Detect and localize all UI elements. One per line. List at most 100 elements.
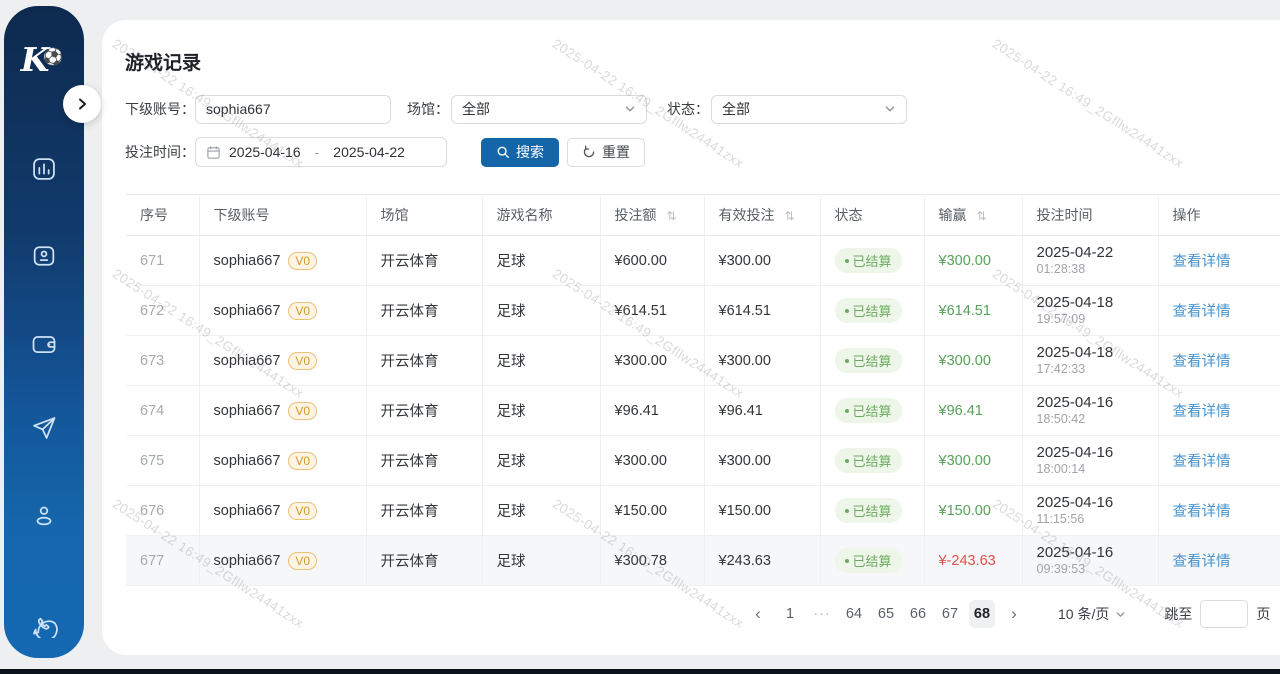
- row-action: 查看详情: [1158, 386, 1280, 436]
- page-button-67[interactable]: 67: [937, 600, 963, 628]
- status-badge: 已结算: [835, 248, 902, 273]
- row-status: 已结算: [820, 486, 924, 536]
- search-icon: [496, 145, 510, 159]
- row-account: sophia667V0: [199, 386, 366, 436]
- wallet-icon[interactable]: [29, 329, 59, 359]
- view-details-link[interactable]: 查看详情: [1173, 554, 1231, 570]
- view-details-link[interactable]: 查看详情: [1173, 354, 1231, 370]
- row-account: sophia667V0: [199, 486, 366, 536]
- row-game: 足球: [482, 386, 600, 436]
- vip-level-badge: V0: [288, 502, 317, 520]
- table-row: 676 sophia667V0 开云体育 足球 ¥150.00 ¥150.00 …: [126, 486, 1280, 536]
- page-button-1[interactable]: 1: [777, 600, 803, 628]
- status-badge: 已结算: [835, 348, 902, 373]
- status-select-value: 全部: [722, 99, 884, 119]
- sort-icon[interactable]: ⇅: [667, 209, 677, 223]
- row-venue: 开云体育: [366, 286, 482, 336]
- venue-select[interactable]: 全部: [451, 95, 647, 124]
- status-label: 状态：: [667, 99, 711, 119]
- reset-button[interactable]: 重置: [567, 138, 645, 167]
- support-phone-icon[interactable]: [29, 608, 59, 638]
- brand-logo: K⚽: [4, 40, 84, 79]
- row-winloss: ¥614.51: [924, 286, 1022, 336]
- view-details-link[interactable]: 查看详情: [1173, 454, 1231, 470]
- row-seq: 672: [126, 286, 199, 336]
- status-badge: 已结算: [835, 548, 902, 573]
- page-button-65[interactable]: 65: [873, 600, 899, 628]
- pagination: ‹ 1···6465666768 › 10 条/页 跳至 页: [742, 598, 1270, 630]
- next-page-button[interactable]: ›: [1001, 600, 1027, 628]
- row-winloss: ¥150.00: [924, 486, 1022, 536]
- column-header-5: 投注额⇅: [600, 195, 704, 236]
- page-button-66[interactable]: 66: [905, 600, 931, 628]
- row-status: 已结算: [820, 286, 924, 336]
- page-button-68[interactable]: 68: [969, 600, 995, 628]
- row-seq: 674: [126, 386, 199, 436]
- jump-page-input[interactable]: [1200, 600, 1248, 628]
- row-venue: 开云体育: [366, 536, 482, 586]
- profile-icon[interactable]: [29, 501, 59, 531]
- account-card-icon[interactable]: [29, 241, 59, 271]
- chevron-down-icon: [1115, 609, 1126, 620]
- view-details-link[interactable]: 查看详情: [1173, 304, 1231, 320]
- vip-level-badge: V0: [288, 302, 317, 320]
- row-action: 查看详情: [1158, 536, 1280, 586]
- bet-time-label: 投注时间：: [125, 142, 195, 162]
- row-bet-time: 2025-04-1817:42:33: [1022, 336, 1158, 386]
- soccer-ball-icon: ⚽: [43, 49, 63, 66]
- row-account: sophia667V0: [199, 436, 366, 486]
- row-valid-bet: ¥150.00: [704, 486, 820, 536]
- sort-icon[interactable]: ⇅: [977, 209, 987, 223]
- row-bet-time: 2025-04-1611:15:56: [1022, 486, 1158, 536]
- row-bet-time: 2025-04-2201:28:38: [1022, 236, 1158, 286]
- row-action: 查看详情: [1158, 436, 1280, 486]
- row-valid-bet: ¥243.63: [704, 536, 820, 586]
- vip-level-badge: V0: [288, 252, 317, 270]
- row-seq: 675: [126, 436, 199, 486]
- sort-icon[interactable]: ⇅: [785, 209, 795, 223]
- vip-level-badge: V0: [288, 452, 317, 470]
- view-details-link[interactable]: 查看详情: [1173, 404, 1231, 420]
- status-badge: 已结算: [835, 398, 902, 423]
- search-button-label: 搜索: [516, 142, 544, 162]
- table-row: 671 sophia667V0 开云体育 足球 ¥600.00 ¥300.00 …: [126, 236, 1280, 286]
- row-bet-time: 2025-04-1618:50:42: [1022, 386, 1158, 436]
- row-winloss: ¥-243.63: [924, 536, 1022, 586]
- row-winloss: ¥96.41: [924, 386, 1022, 436]
- row-status: 已结算: [820, 236, 924, 286]
- filter-row-1: 下级账号： 场馆： 全部 状态： 全部: [125, 94, 907, 124]
- column-header-3: 场馆: [366, 195, 482, 236]
- row-status: 已结算: [820, 336, 924, 386]
- row-status: 已结算: [820, 436, 924, 486]
- row-account: sophia667V0: [199, 536, 366, 586]
- row-valid-bet: ¥300.00: [704, 336, 820, 386]
- row-bet-time: 2025-04-1819:57:09: [1022, 286, 1158, 336]
- chevron-down-icon: [624, 103, 636, 115]
- view-details-link[interactable]: 查看详情: [1173, 504, 1231, 520]
- vip-level-badge: V0: [288, 352, 317, 370]
- page-size-select[interactable]: 10 条/页: [1058, 604, 1126, 624]
- row-action: 查看详情: [1158, 286, 1280, 336]
- stats-icon[interactable]: [29, 154, 59, 184]
- chevron-down-icon: [884, 103, 896, 115]
- row-venue: 开云体育: [366, 236, 482, 286]
- date-range-picker[interactable]: 2025-04-16 - 2025-04-22: [195, 137, 447, 167]
- row-game: 足球: [482, 486, 600, 536]
- page-button-64[interactable]: 64: [841, 600, 867, 628]
- account-input[interactable]: [195, 95, 391, 124]
- row-game: 足球: [482, 436, 600, 486]
- view-details-link[interactable]: 查看详情: [1173, 254, 1231, 270]
- status-dot-icon: [845, 459, 849, 463]
- search-button[interactable]: 搜索: [481, 138, 559, 167]
- status-select[interactable]: 全部: [711, 95, 907, 124]
- status-dot-icon: [845, 259, 849, 263]
- sidebar-collapse-button[interactable]: [63, 85, 101, 123]
- prev-page-button[interactable]: ‹: [745, 600, 771, 628]
- table-header-row: 序号下级账号场馆游戏名称投注额⇅有效投注⇅状态输赢⇅投注时间操作: [126, 195, 1280, 236]
- date-separator: -: [309, 144, 326, 160]
- account-label: 下级账号：: [125, 99, 195, 119]
- status-dot-icon: [845, 309, 849, 313]
- status-badge: 已结算: [835, 298, 902, 323]
- column-header-2: 下级账号: [199, 195, 366, 236]
- send-icon[interactable]: [29, 413, 59, 443]
